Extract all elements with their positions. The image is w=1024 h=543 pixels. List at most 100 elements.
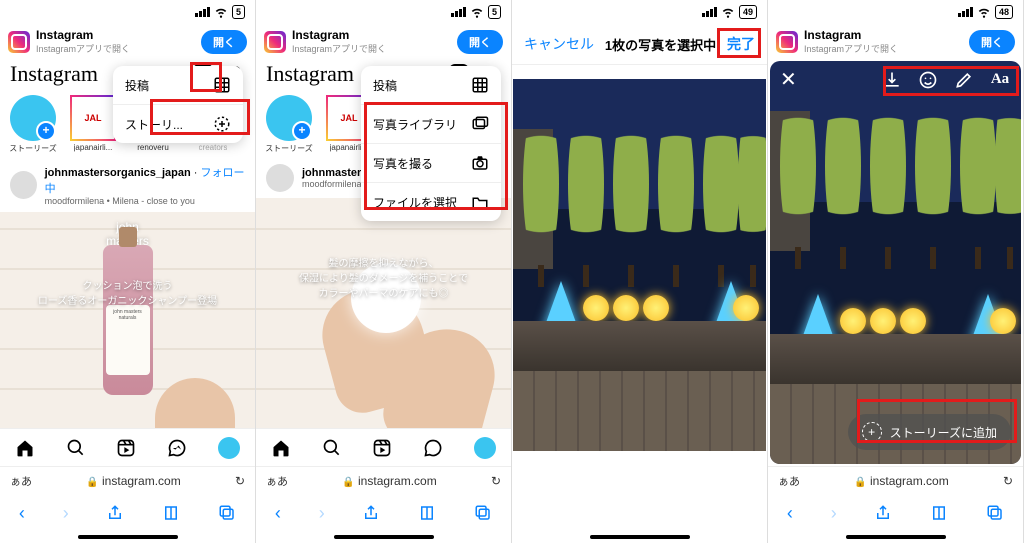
- choose-file-label: ファイルを選択: [373, 194, 457, 211]
- close-button[interactable]: ✕: [780, 67, 797, 92]
- text-size-button[interactable]: ぁあ: [778, 473, 800, 489]
- reels-icon[interactable]: [372, 438, 392, 458]
- safari-address-bar[interactable]: ぁあ 🔒 instagram.com ↻: [256, 466, 511, 495]
- dropdown-post[interactable]: 投稿: [361, 66, 501, 105]
- search-icon[interactable]: [66, 438, 86, 458]
- reload-icon[interactable]: ↻: [1003, 474, 1013, 488]
- banner-subtitle: Instagramアプリで開く: [292, 42, 451, 55]
- story-item[interactable]: JAL japanairli...: [66, 95, 120, 154]
- story-label: japanairli...: [74, 143, 113, 152]
- post-media[interactable]: 髪の摩擦を抑えながら、 保湿により髪のダメージを補うことで カラーやパーマのケア…: [256, 198, 511, 428]
- banner-subtitle: Instagramアプリで開く: [804, 42, 963, 55]
- dropdown-story[interactable]: ストーリ...: [113, 105, 243, 143]
- panel-2: 5 Instagram Instagramアプリで開く 開く Instagram…: [256, 0, 512, 543]
- grid-icon: [213, 76, 231, 94]
- panel-1: 5 Instagram Instagramアプリで開く 開く Instagram…: [0, 0, 256, 543]
- safari-address-bar[interactable]: ぁあ 🔒 instagram.com ↻: [768, 466, 1023, 495]
- story-label: creators: [199, 143, 228, 152]
- battery-indicator: 49: [739, 5, 757, 19]
- draw-icon[interactable]: [953, 69, 975, 91]
- profile-tab[interactable]: [218, 437, 240, 459]
- share-button[interactable]: [106, 504, 124, 522]
- selected-photo[interactable]: [513, 79, 766, 451]
- open-app-button[interactable]: 開く: [969, 30, 1015, 54]
- dropdown-post[interactable]: 投稿: [113, 66, 243, 105]
- post-username[interactable]: johnmastersorganics_japan: [45, 167, 191, 179]
- back-button[interactable]: ‹: [787, 503, 793, 524]
- status-bar: 5: [0, 0, 255, 24]
- post-media[interactable]: john masters organics john masters natur…: [0, 212, 255, 428]
- share-button[interactable]: [874, 504, 892, 522]
- home-indicator: [0, 531, 255, 543]
- instagram-app-icon: [264, 31, 286, 53]
- text-size-button[interactable]: ぁあ: [10, 473, 32, 489]
- your-story-avatar: [10, 95, 56, 141]
- banner-title: Instagram: [292, 28, 451, 42]
- post-avatar[interactable]: [10, 171, 37, 199]
- reload-icon[interactable]: ↻: [491, 474, 501, 488]
- story-editor[interactable]: ✕ Aa + ストーリーズに追加: [770, 61, 1021, 464]
- signal-icon: [958, 7, 973, 17]
- forward-button[interactable]: ›: [831, 503, 837, 524]
- open-app-button[interactable]: 開く: [201, 30, 247, 54]
- home-indicator: [768, 531, 1023, 543]
- tabs-button[interactable]: [986, 504, 1004, 522]
- sticker-icon[interactable]: [917, 69, 939, 91]
- back-button[interactable]: ‹: [19, 503, 25, 524]
- done-button[interactable]: 完了: [727, 34, 755, 54]
- your-story-label: ストーリーズ: [9, 143, 57, 154]
- messenger-icon[interactable]: [423, 438, 443, 458]
- bookmarks-button[interactable]: [162, 504, 180, 522]
- safari-address-bar[interactable]: ぁあ 🔒 instagram.com ↻: [0, 466, 255, 495]
- choose-file-option[interactable]: ファイルを選択: [361, 183, 501, 221]
- bottle-label: john masters naturals: [106, 305, 150, 375]
- forward-button[interactable]: ›: [63, 503, 69, 524]
- your-story-label: ストーリーズ: [265, 143, 313, 154]
- story-label: renoveru: [137, 143, 169, 152]
- app-open-banner: Instagram Instagramアプリで開く 開く: [256, 24, 511, 59]
- search-icon[interactable]: [322, 438, 342, 458]
- messenger-icon[interactable]: [167, 438, 187, 458]
- cancel-button[interactable]: キャンセル: [524, 34, 594, 54]
- home-icon[interactable]: [271, 438, 291, 458]
- tabs-button[interactable]: [474, 504, 492, 522]
- post-audio[interactable]: moodformilena • Milena - close to you: [45, 196, 245, 206]
- media-source-dropdown: 投稿 写真ライブラリ 写真を撮る ファイルを選択: [361, 66, 501, 221]
- story-avatar: JAL: [70, 95, 116, 141]
- lock-icon: 🔒: [854, 477, 866, 488]
- bookmarks-button[interactable]: [930, 504, 948, 522]
- picker-footer: [512, 451, 767, 531]
- take-photo-option[interactable]: 写真を撮る: [361, 144, 501, 183]
- your-story[interactable]: ストーリーズ: [6, 95, 60, 154]
- home-icon[interactable]: [15, 438, 35, 458]
- bookmarks-button[interactable]: [418, 504, 436, 522]
- url-text: instagram.com: [358, 474, 437, 488]
- dropdown-post-label: 投稿: [125, 77, 149, 94]
- reload-icon[interactable]: ↻: [235, 474, 245, 488]
- panel-3: 49 キャンセル 1枚の写真を選択中 完了: [512, 0, 768, 543]
- your-story[interactable]: ストーリーズ: [262, 95, 316, 154]
- wifi-icon: [470, 5, 484, 19]
- text-tool[interactable]: Aa: [989, 69, 1011, 91]
- add-to-story-button[interactable]: + ストーリーズに追加: [848, 414, 1011, 450]
- text-size-button[interactable]: ぁあ: [266, 473, 288, 489]
- caption-overlay: 髪の摩擦を抑えながら、 保湿により髪のダメージを補うことで カラーやパーマのケア…: [299, 256, 468, 301]
- photo-library-label: 写真ライブラリ: [373, 116, 457, 133]
- dropdown-story-label: ストーリ...: [125, 116, 183, 133]
- post-header: johnmastersorganics_japan · フォロー中 moodfo…: [0, 158, 255, 212]
- tabs-button[interactable]: [218, 504, 236, 522]
- reels-icon[interactable]: [116, 438, 136, 458]
- signal-icon: [195, 7, 210, 17]
- photo-library-icon: [471, 115, 489, 133]
- profile-tab[interactable]: [474, 437, 496, 459]
- plus-circle-icon: +: [862, 422, 882, 442]
- share-button[interactable]: [362, 504, 380, 522]
- photo-library-option[interactable]: 写真ライブラリ: [361, 105, 501, 144]
- download-icon[interactable]: [881, 69, 903, 91]
- back-button[interactable]: ‹: [275, 503, 281, 524]
- open-app-button[interactable]: 開く: [457, 30, 503, 54]
- caption-overlay: クッション泡で洗う ローズ香るオーガニックシャンプー登場: [38, 279, 217, 309]
- post-avatar[interactable]: [266, 164, 294, 192]
- forward-button[interactable]: ›: [319, 503, 325, 524]
- take-photo-label: 写真を撮る: [373, 155, 433, 172]
